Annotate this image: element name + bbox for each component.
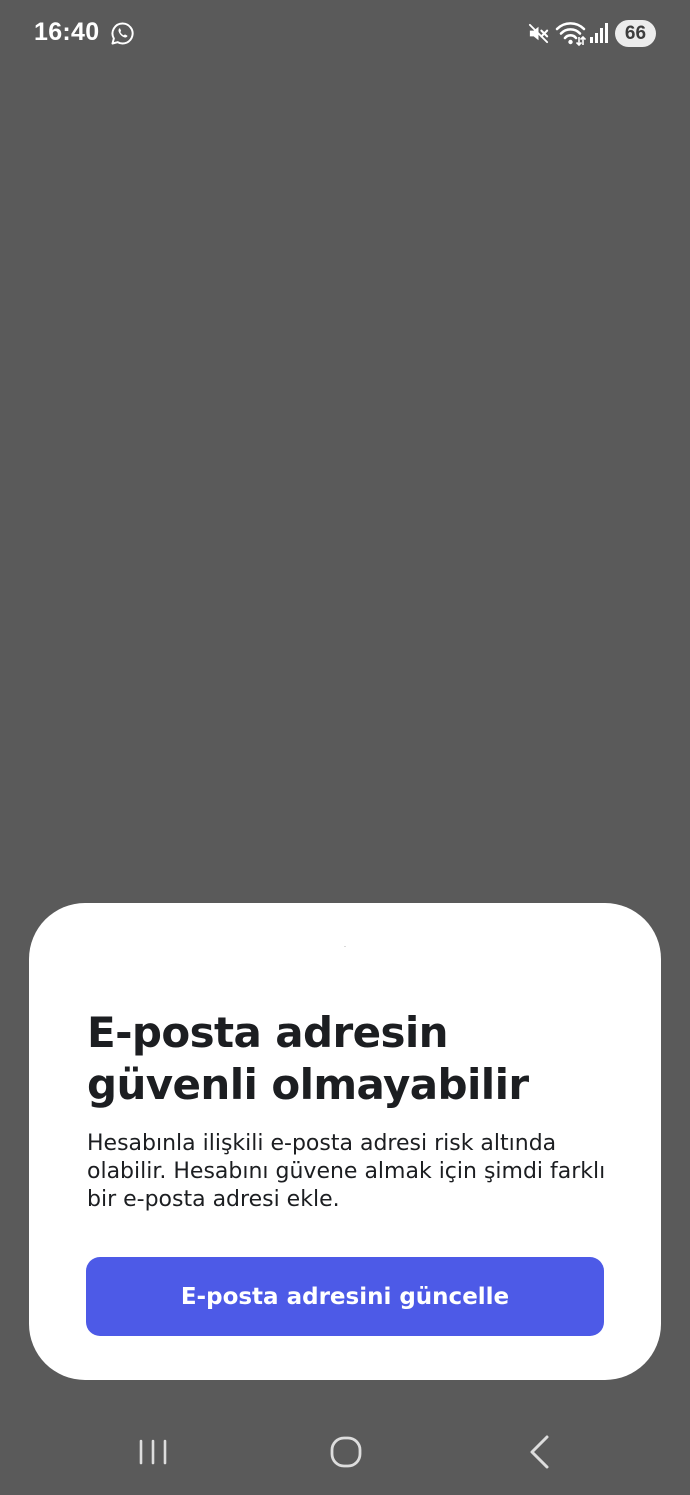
mute-icon bbox=[528, 23, 549, 44]
back-icon[interactable] bbox=[526, 1433, 552, 1473]
status-bar: 16:40 66 bbox=[0, 0, 690, 68]
sheet-title: E-posta adresin güvenli olmayabilir bbox=[87, 1008, 529, 1109]
wifi-icon bbox=[555, 22, 586, 47]
recents-icon[interactable] bbox=[135, 1433, 171, 1473]
whatsapp-icon bbox=[111, 22, 134, 45]
drag-handle[interactable] bbox=[344, 946, 346, 947]
home-icon[interactable] bbox=[326, 1433, 366, 1473]
status-time: 16:40 bbox=[34, 18, 100, 46]
navigation-bar bbox=[0, 1410, 690, 1495]
signal-icon bbox=[590, 23, 608, 43]
sheet-description: Hesabınla ilişkili e-posta adresi risk a… bbox=[87, 1131, 606, 1212]
battery-indicator: 66 bbox=[615, 20, 656, 47]
update-email-button[interactable]: E-posta adresini güncelle bbox=[86, 1257, 604, 1336]
security-alert-sheet: E-posta adresin güvenli olmayabilir Hesa… bbox=[29, 903, 661, 1380]
